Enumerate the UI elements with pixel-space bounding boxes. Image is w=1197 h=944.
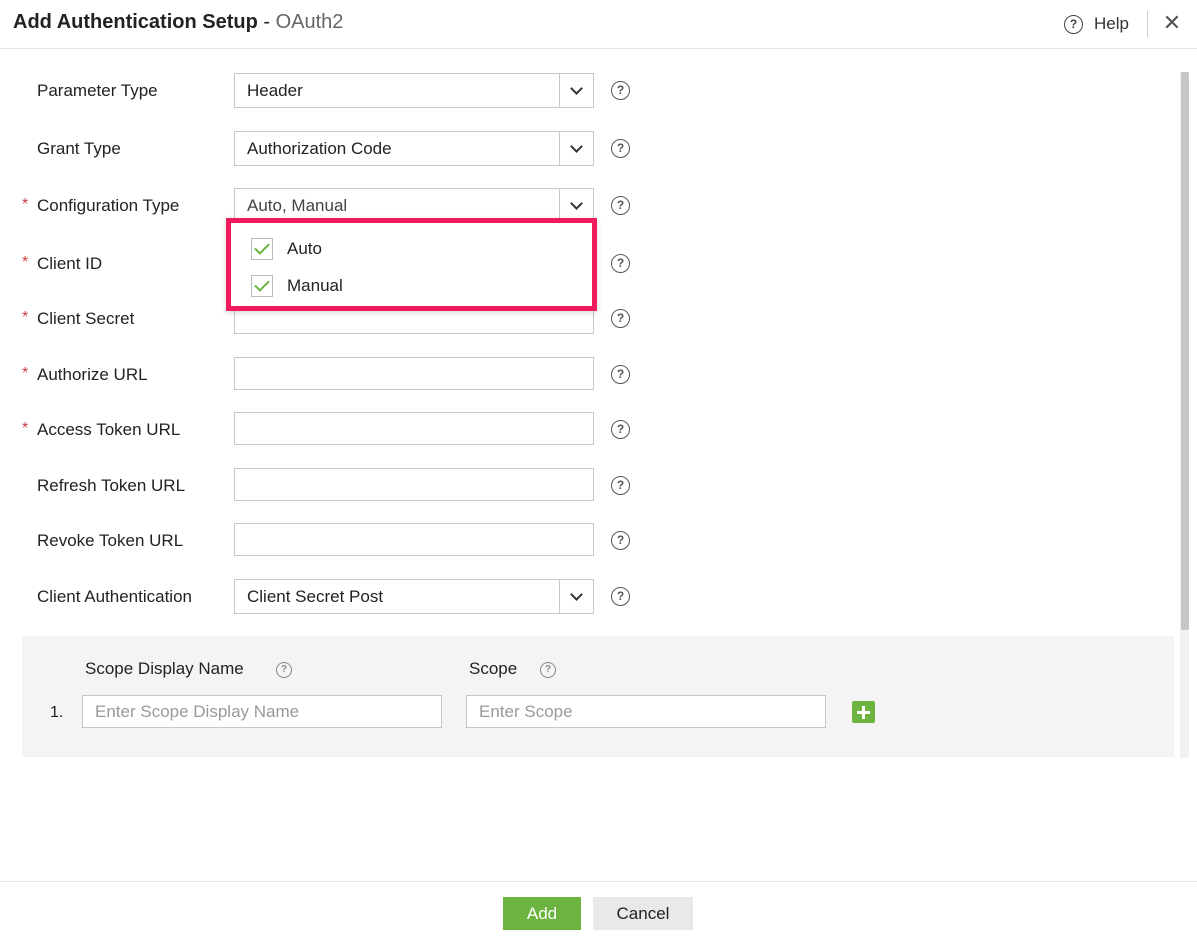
required-marker: * [22, 254, 29, 271]
configuration-type-help-icon[interactable]: ? [611, 196, 630, 215]
header-divider [1147, 11, 1148, 37]
add-scope-row-button[interactable] [852, 701, 875, 723]
dropdown-option-manual[interactable]: Manual [251, 274, 343, 298]
refresh-token-url-input[interactable] [234, 468, 594, 501]
scope-help-icon[interactable]: ? [540, 662, 556, 678]
scope-display-name-header: Scope Display Name [85, 659, 244, 678]
title-text: Add Authentication Setup [13, 11, 258, 33]
grant-type-label: Grant Type [37, 139, 121, 158]
refresh-token-url-help-icon[interactable]: ? [611, 476, 630, 495]
refresh-token-url-label: Refresh Token URL [37, 476, 186, 495]
required-marker: * [22, 309, 29, 326]
parameter-type-help-icon[interactable]: ? [611, 81, 630, 100]
dialog-header: Add Authentication Setup - OAuth2 ? Help… [0, 0, 1197, 49]
configuration-type-dropdown: Auto Manual [226, 218, 597, 311]
authorize-url-label: Authorize URL [37, 365, 148, 384]
dropdown-option-auto[interactable]: Auto [251, 237, 322, 261]
question-circle-icon: ? [1064, 14, 1083, 34]
scope-display-name-help-icon[interactable]: ? [276, 662, 292, 678]
dialog-title: Add Authentication Setup - OAuth2 [13, 11, 343, 34]
required-marker: * [22, 420, 29, 437]
grant-type-help-icon[interactable]: ? [611, 139, 630, 158]
required-marker: * [22, 196, 29, 213]
authorize-url-help-icon[interactable]: ? [611, 365, 630, 384]
scope-header: Scope [469, 659, 518, 678]
client-authentication-label: Client Authentication [37, 587, 192, 606]
help-label: Help [1094, 14, 1129, 33]
scope-input[interactable] [466, 695, 826, 728]
title-subtitle: OAuth2 [275, 11, 344, 33]
access-token-url-label: Access Token URL [37, 420, 181, 439]
option-label: Auto [287, 239, 322, 258]
title-separator: - [263, 11, 271, 33]
auto-checkbox[interactable] [251, 238, 273, 260]
client-authentication-help-icon[interactable]: ? [611, 587, 630, 606]
chevron-down-icon[interactable] [559, 132, 593, 165]
configuration-type-label: Configuration Type [37, 196, 180, 215]
auth-setup-dialog: Add Authentication Setup - OAuth2 ? Help… [0, 0, 1197, 944]
chevron-down-icon[interactable] [559, 74, 593, 107]
manual-checkbox[interactable] [251, 275, 273, 297]
revoke-token-url-input[interactable] [234, 523, 594, 556]
cancel-button[interactable]: Cancel [593, 897, 693, 930]
add-button[interactable]: Add [503, 897, 581, 930]
scope-row-number: 1. [50, 704, 64, 721]
client-authentication-select[interactable]: Client Secret Post [234, 579, 594, 614]
parameter-type-select[interactable]: Header [234, 73, 594, 108]
grant-type-value: Authorization Code [247, 139, 392, 158]
check-icon [254, 239, 270, 255]
client-id-help-icon[interactable]: ? [611, 254, 630, 273]
authorize-url-input[interactable] [234, 357, 594, 390]
revoke-token-url-label: Revoke Token URL [37, 531, 184, 550]
option-label: Manual [287, 276, 343, 295]
required-marker: * [22, 365, 29, 382]
access-token-url-help-icon[interactable]: ? [611, 420, 630, 439]
client-secret-help-icon[interactable]: ? [611, 309, 630, 328]
grant-type-select[interactable]: Authorization Code [234, 131, 594, 166]
client-secret-label: Client Secret [37, 309, 135, 328]
configuration-type-value: Auto, Manual [247, 196, 348, 215]
scrollbar-thumb[interactable] [1181, 72, 1189, 630]
parameter-type-label: Parameter Type [37, 81, 158, 100]
check-icon [254, 276, 270, 292]
close-icon[interactable]: ✕ [1160, 11, 1184, 35]
client-authentication-value: Client Secret Post [247, 587, 384, 606]
chevron-down-icon[interactable] [559, 580, 593, 613]
client-id-label: Client ID [37, 254, 103, 273]
scope-display-name-input[interactable] [82, 695, 442, 728]
access-token-url-input[interactable] [234, 412, 594, 445]
help-button[interactable]: ? Help [1064, 13, 1129, 35]
revoke-token-url-help-icon[interactable]: ? [611, 531, 630, 550]
parameter-type-value: Header [247, 81, 303, 100]
